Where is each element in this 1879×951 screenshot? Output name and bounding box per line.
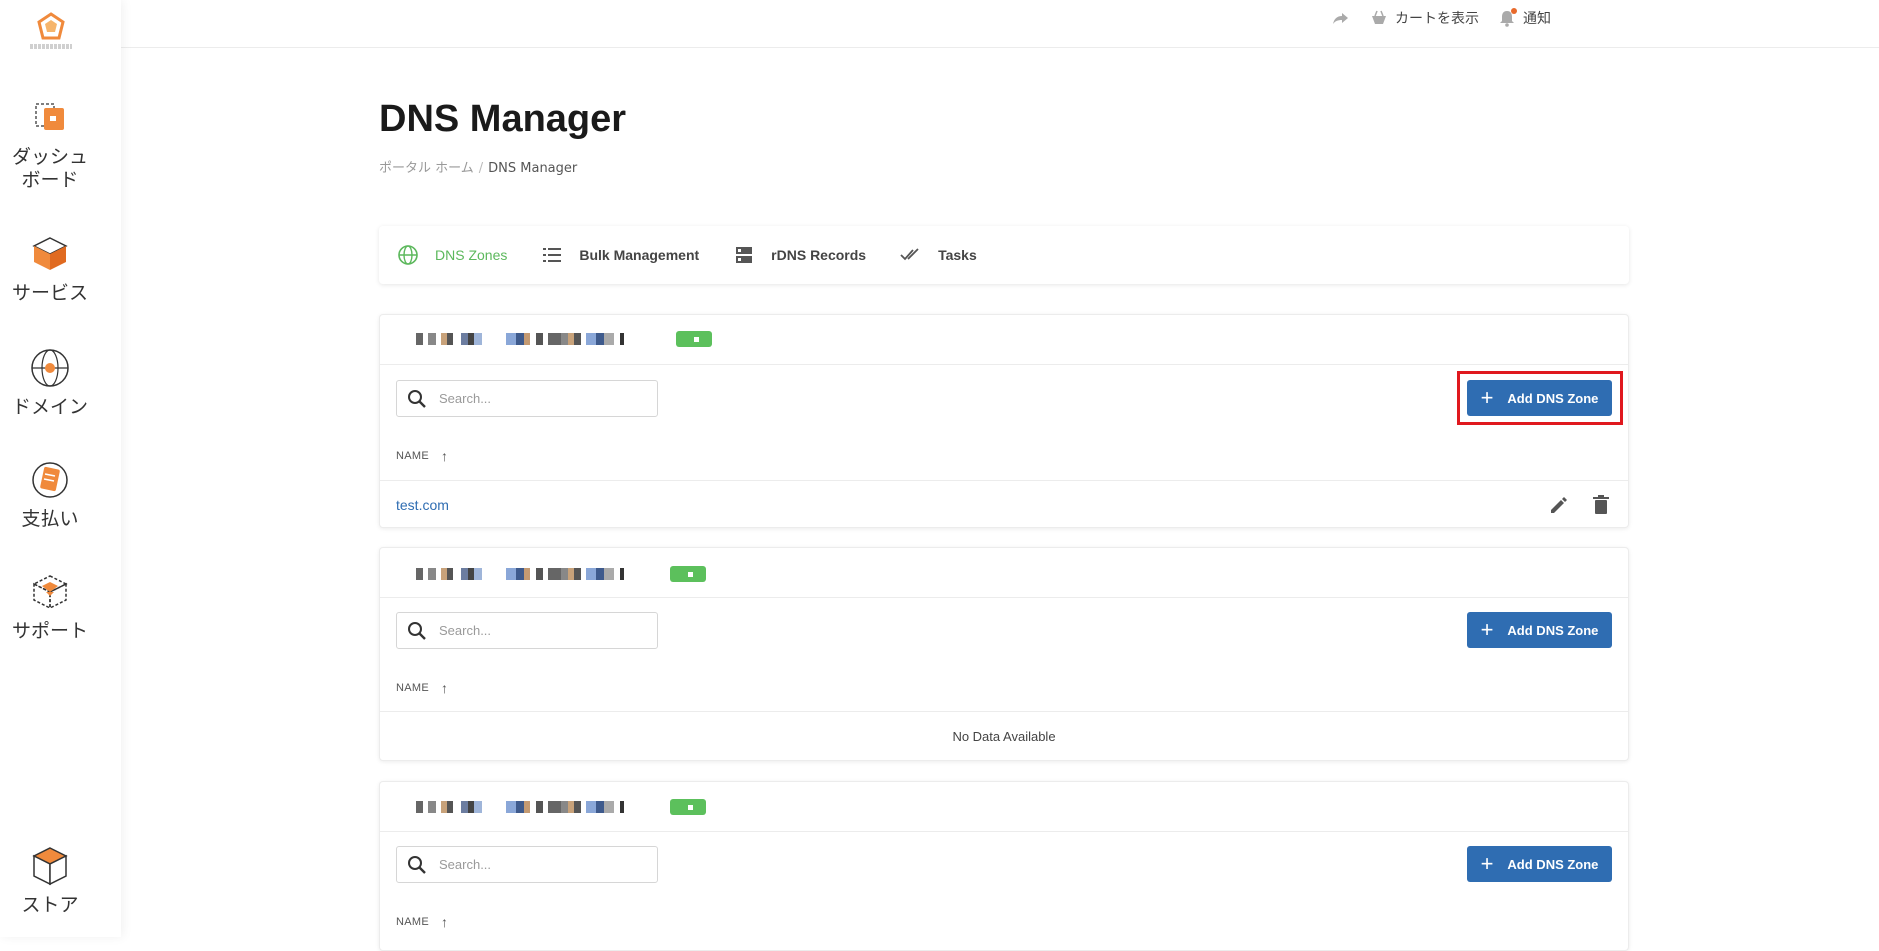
logo-icon: [37, 12, 65, 40]
panel-header: [380, 548, 1628, 598]
search-icon: [408, 621, 426, 640]
empty-state: No Data Available: [380, 711, 1628, 761]
table-row: test.com: [380, 480, 1628, 528]
globe-icon: [398, 245, 418, 265]
sidebar-item-label: 支払い: [21, 508, 79, 530]
logo-wordmark: [30, 44, 72, 49]
search-icon: [408, 389, 426, 408]
panel-header: [380, 315, 1628, 365]
breadcrumb-separator: /: [478, 161, 484, 176]
plus-icon: +: [1480, 851, 1494, 876]
dashboard-icon: [35, 103, 64, 130]
sidebar-item-store[interactable]: ストア: [0, 844, 100, 917]
plus-icon: +: [1480, 617, 1494, 642]
sidebar-item-label: サービス: [11, 282, 88, 304]
sort-up-arrow-icon: ↑: [440, 914, 449, 930]
sidebar-item-label: ストア: [21, 894, 79, 916]
search-input[interactable]: [439, 857, 639, 872]
double-check-icon: [900, 248, 919, 261]
domain-globe-icon: [31, 349, 69, 387]
cart-label: カートを表示: [1395, 11, 1479, 27]
add-dns-zone-button[interactable]: + Add DNS Zone: [1467, 380, 1612, 416]
row-actions: [1548, 494, 1612, 516]
redacted-status-badge: [676, 331, 712, 347]
server-icon: [736, 247, 753, 263]
sidebar: ダッシュボード サービス ドメイン 支払い サポート ストア: [0, 0, 121, 937]
sidebar-item-support[interactable]: サポート: [0, 570, 100, 643]
view-cart-button[interactable]: カートを表示: [1369, 8, 1479, 28]
dns-zone-panel: + Add DNS Zone NAME ↑: [379, 781, 1629, 951]
tab-label: Tasks: [938, 247, 977, 263]
billing-icon: [32, 462, 68, 498]
column-header-name[interactable]: NAME ↑: [396, 448, 448, 464]
redacted-status-badge: [670, 566, 706, 582]
add-button-label: Add DNS Zone: [1507, 622, 1599, 638]
search-field[interactable]: [396, 846, 658, 883]
edit-pencil-icon[interactable]: [1548, 494, 1570, 516]
tab-label: rDNS Records: [771, 247, 867, 263]
sidebar-item-services[interactable]: サービス: [0, 232, 100, 305]
plus-icon: +: [1480, 385, 1494, 410]
store-icon: [32, 847, 68, 886]
sidebar-item-label: ドメイン: [11, 396, 88, 418]
breadcrumb-current: DNS Manager: [488, 161, 578, 176]
column-label: NAME: [396, 682, 429, 694]
search-field[interactable]: [396, 380, 658, 417]
notify-label: 通知: [1523, 11, 1551, 27]
share-button[interactable]: [1331, 8, 1351, 28]
cart-basket-icon: [1372, 10, 1386, 24]
search-field[interactable]: [396, 612, 658, 649]
add-button-label: Add DNS Zone: [1507, 390, 1599, 406]
add-dns-zone-button[interactable]: + Add DNS Zone: [1467, 612, 1612, 648]
sidebar-item-billing[interactable]: 支払い: [0, 458, 100, 531]
tab-label: DNS Zones: [435, 247, 508, 263]
top-bar: カートを表示 通知: [121, 0, 1879, 48]
column-label: NAME: [396, 450, 429, 462]
support-icon: [32, 575, 68, 610]
dns-zone-panel: + Add DNS Zone NAME ↑ test.com: [379, 314, 1629, 528]
top-actions: カートを表示 通知: [1331, 8, 1551, 28]
sidebar-item-domain[interactable]: ドメイン: [0, 346, 100, 419]
sort-up-arrow-icon: ↑: [440, 448, 449, 464]
panel-header: [380, 782, 1628, 832]
zone-link[interactable]: test.com: [396, 497, 449, 513]
tab-rdns-records[interactable]: rDNS Records: [733, 244, 866, 266]
notifications-button[interactable]: 通知: [1497, 8, 1551, 28]
add-button-label: Add DNS Zone: [1507, 856, 1599, 872]
tab-tasks[interactable]: Tasks: [900, 244, 977, 266]
column-header-name[interactable]: NAME ↑: [396, 914, 448, 930]
breadcrumb: ポータル ホーム / DNS Manager: [379, 157, 577, 176]
sidebar-item-label: ダッシュボード: [11, 146, 88, 191]
search-input[interactable]: [439, 391, 639, 406]
notification-dot: [1511, 8, 1517, 14]
page-title: DNS Manager: [379, 98, 627, 140]
tab-label: Bulk Management: [579, 247, 700, 263]
sidebar-item-label: サポート: [11, 620, 88, 642]
sidebar-item-dashboard[interactable]: ダッシュボード: [0, 96, 100, 192]
column-header-name[interactable]: NAME ↑: [396, 680, 448, 696]
search-icon: [408, 855, 426, 874]
tab-dns-zones[interactable]: DNS Zones: [397, 244, 507, 266]
dns-zone-panel: + Add DNS Zone NAME ↑ No Data Available: [379, 547, 1629, 761]
redacted-status-badge: [670, 799, 706, 815]
brand-logo[interactable]: [28, 12, 74, 58]
services-icon: [32, 237, 68, 270]
sort-up-arrow-icon: ↑: [440, 680, 449, 696]
delete-trash-icon[interactable]: [1590, 494, 1612, 516]
column-label: NAME: [396, 916, 429, 928]
list-icon: [543, 248, 562, 262]
dns-tabs: DNS Zones Bulk Management rDNS Records T…: [379, 226, 1629, 284]
share-arrow-icon: [1333, 13, 1348, 24]
tab-bulk-management[interactable]: Bulk Management: [541, 244, 699, 266]
search-input[interactable]: [439, 623, 639, 638]
breadcrumb-home-link[interactable]: ポータル ホーム: [379, 161, 474, 176]
add-dns-zone-button[interactable]: + Add DNS Zone: [1467, 846, 1612, 882]
redacted-server-name: [406, 333, 721, 345]
